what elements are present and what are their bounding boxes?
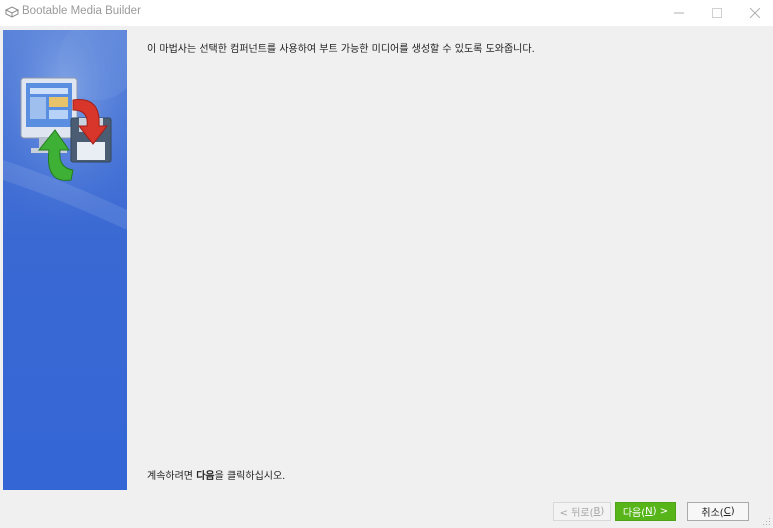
resize-grip-icon[interactable] [763,518,771,526]
title-bar: Bootable Media Builder [0,0,773,26]
maximize-button[interactable] [700,0,734,26]
cancel-label-end: ) [730,506,735,517]
intro-text: 이 마법사는 선택한 컴퍼넌트를 사용하여 부트 가능한 미디어를 생성할 수 … [147,44,535,55]
continue-text-before: 계속하려면 [147,471,197,482]
window-title: Bootable Media Builder [22,5,141,17]
next-hotkey: N [645,506,653,517]
next-label: 다음( [622,508,646,519]
back-label: < 뒤로( [559,508,594,519]
cancel-hotkey: C [723,506,731,517]
back-hotkey: B [593,506,601,517]
back-label-end: ) [600,506,605,517]
minimize-button[interactable] [662,0,696,26]
next-label-end: ) > [652,506,669,517]
continue-text-after: 을 클릭하십시오. [214,471,286,482]
app-icon [4,4,20,20]
continue-instruction: 계속하려면 다음을 클릭하십시오. [147,467,285,482]
close-button[interactable] [738,0,772,26]
next-button[interactable]: 다음(N) > [615,502,676,521]
next-keyword: 다음 [196,471,215,482]
cancel-button[interactable]: 취소(C) [687,502,749,521]
wizard-content: 이 마법사는 선택한 컴퍼넌트를 사용하여 부트 가능한 미디어를 생성할 수 … [127,30,767,490]
back-button[interactable]: < 뒤로(B) [553,502,611,521]
cancel-label: 취소( [701,508,724,519]
wizard-side-banner [3,30,127,490]
